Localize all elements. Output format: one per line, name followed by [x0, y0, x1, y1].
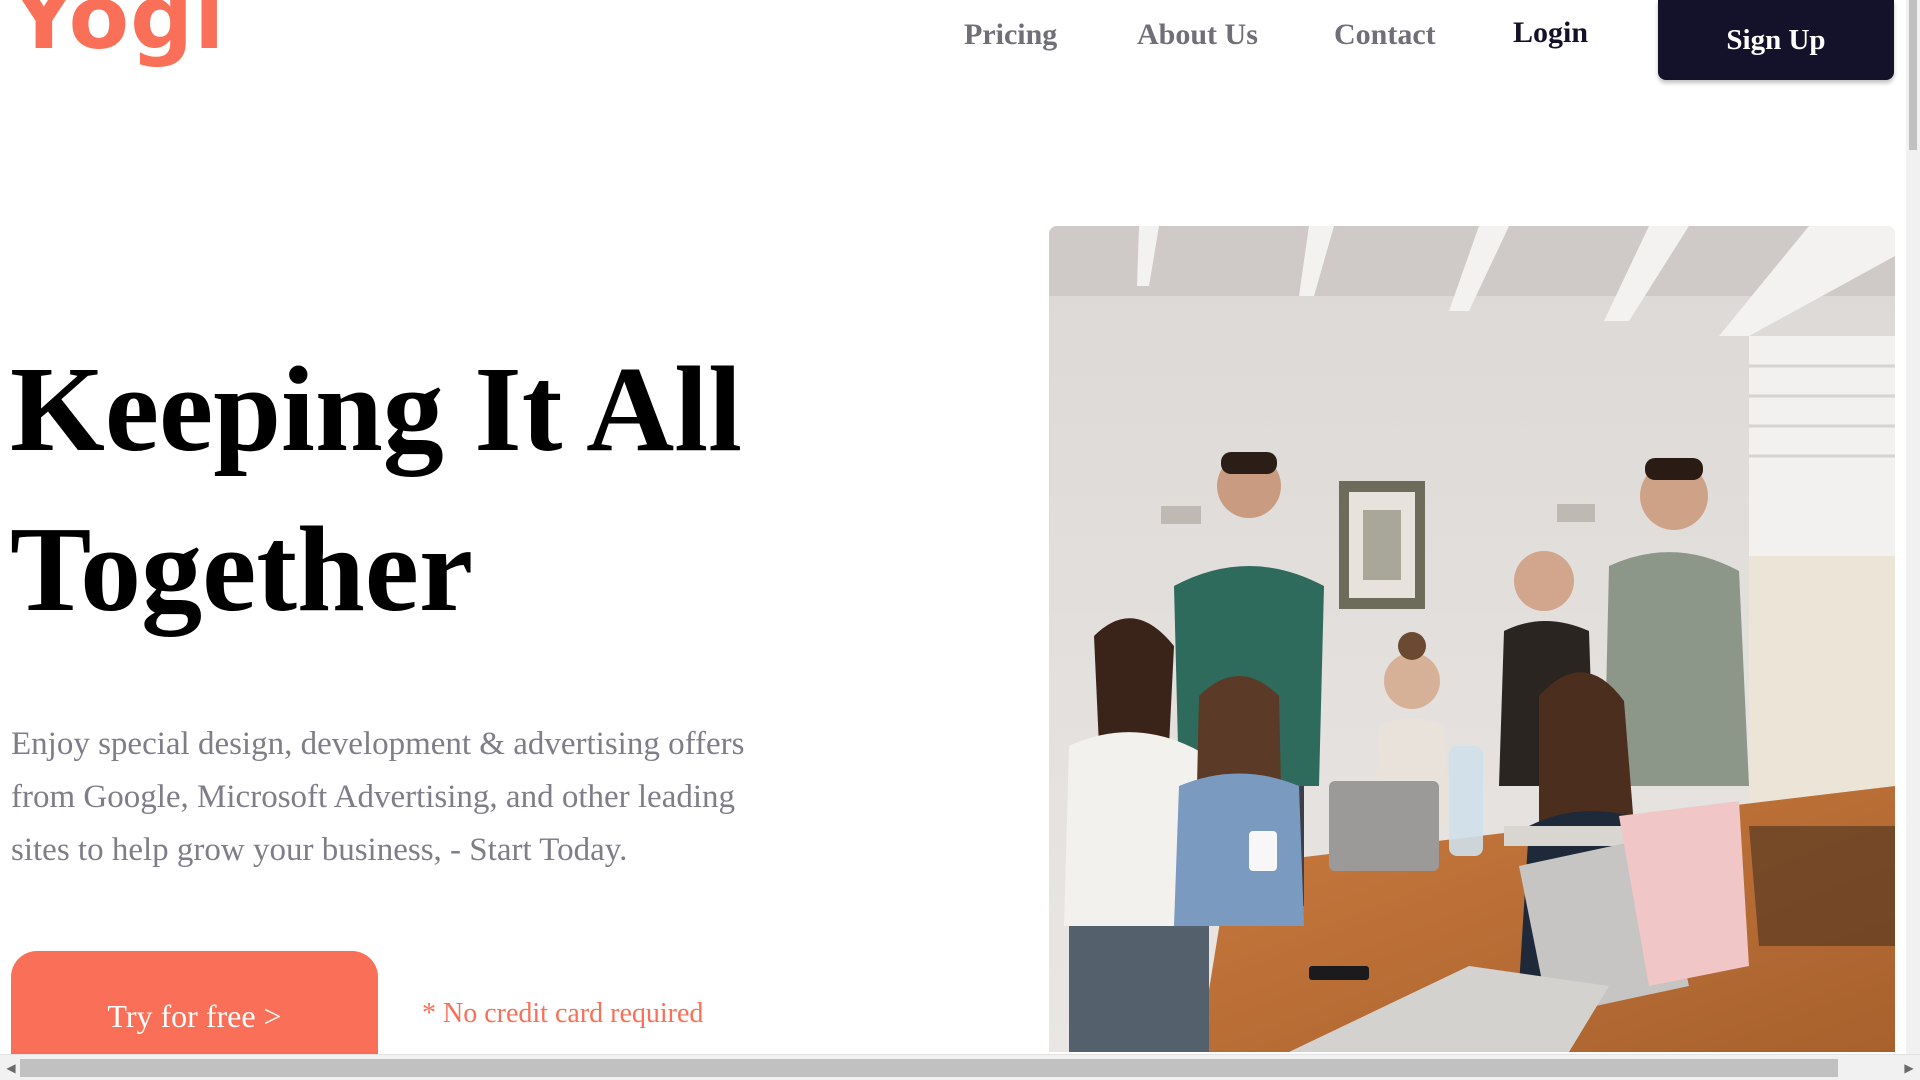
vertical-scroll-thumb[interactable] [1909, 0, 1917, 150]
landing-page: Yogi Pricing About Us Contact Login Sign… [0, 0, 1920, 1080]
team-meeting-photo [1049, 226, 1895, 1052]
nav-pricing[interactable]: Pricing [964, 18, 1057, 52]
try-for-free-button[interactable]: Try for free > [11, 951, 378, 1061]
horizontal-scrollbar[interactable]: ◀ ▶ [0, 1054, 1920, 1080]
sign-up-button[interactable]: Sign Up [1658, 0, 1894, 80]
nav-contact[interactable]: Contact [1334, 18, 1436, 52]
login-link[interactable]: Login [1513, 16, 1588, 50]
scroll-left-arrow-icon[interactable]: ◀ [2, 1059, 20, 1077]
nav-about-us[interactable]: About Us [1137, 18, 1258, 52]
scroll-right-arrow-icon[interactable]: ▶ [1900, 1059, 1918, 1077]
horizontal-scroll-thumb[interactable] [20, 1059, 1838, 1077]
vertical-scrollbar[interactable] [1906, 0, 1920, 1054]
hero-headline-line1: Keeping It All [10, 342, 743, 477]
hero-subtext: Enjoy special design, development & adve… [11, 726, 745, 868]
yogi-logo[interactable]: Yogi [12, 0, 225, 62]
hero-headline-line2: Together [10, 502, 474, 637]
no-credit-card-note: * No credit card required [422, 998, 704, 1029]
hero-headline: Keeping It All Together [10, 330, 830, 650]
